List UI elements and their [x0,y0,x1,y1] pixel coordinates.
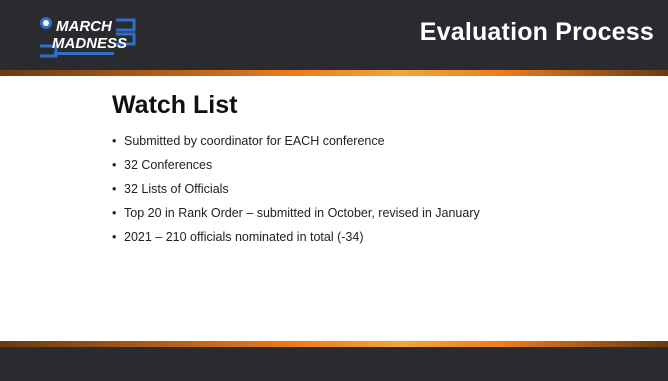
list-item: • Submitted by coordinator for EACH confe… [112,134,532,149]
header-accent-stripe [0,70,668,76]
bullet-icon: • [112,206,117,220]
page-title: Evaluation Process [419,18,654,46]
logo-text-march: MARCH [56,18,113,35]
bullet-icon: • [112,134,117,148]
list-item: • 32 Lists of Officials [112,182,532,197]
footer-bar [0,341,668,381]
list-item: • Top 20 in Rank Order – submitted in Oct… [112,206,532,221]
bullet-text: Top 20 in Rank Order – submitted in Octo… [124,206,480,220]
header-bar: MARCH MADNESS Evaluation Process [0,0,668,76]
bullet-text: 2021 – 210 officials nominated in total … [124,230,364,244]
list-item: • 2021 – 210 officials nominated in total… [112,230,532,245]
logo-text-madness: MADNESS [52,35,127,52]
section-heading: Watch List [112,91,238,119]
bullet-list: • Submitted by coordinator for EACH confe… [112,134,532,254]
footer-accent-stripe [0,341,668,347]
bullet-text: 32 Conferences [124,158,213,172]
bullet-text: Submitted by coordinator for EACH confer… [124,134,385,148]
bullet-icon: • [112,182,117,196]
bullet-icon: • [112,158,117,172]
list-item: • 32 Conferences [112,158,532,173]
bullet-text: 32 Lists of Officials [124,182,229,196]
slide: MARCH MADNESS Evaluation Process Watch L… [0,0,668,381]
march-madness-logo: MARCH MADNESS [40,17,136,58]
bullet-icon: • [112,230,117,244]
